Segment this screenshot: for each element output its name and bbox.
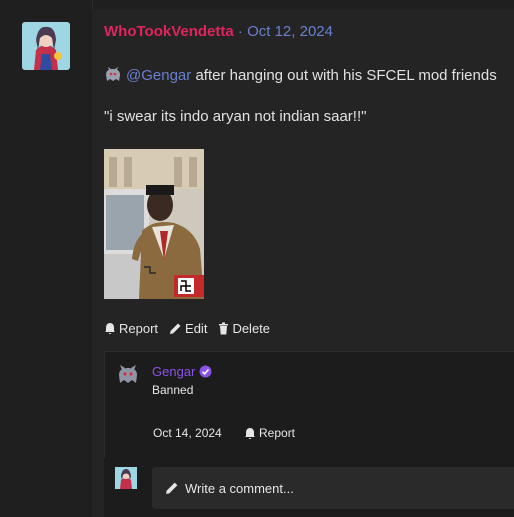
delete-label: Delete [232,321,271,336]
bell-icon [105,323,115,334]
post-body: @Gengar after hanging out with his SFCEL… [104,66,497,84]
reply-author-name[interactable]: Gengar [152,364,195,379]
post-actions: Report Edit Delete [104,321,281,336]
author-name[interactable]: WhoTookVendetta [104,23,234,40]
left-rail [0,0,93,517]
reply-card: Gengar Banned Oct 14, 2024 Report [104,351,514,459]
post-quote: "i swear its indo aryan not indian saar!… [104,108,367,125]
bell-icon [245,427,255,439]
report-button[interactable]: Report [104,321,158,336]
verified-icon [199,365,212,378]
comment-placeholder: Write a comment... [185,480,294,496]
reply-report-button[interactable]: Report [244,426,295,440]
comment-avatar[interactable] [115,467,137,489]
trash-icon [219,322,229,335]
edit-label: Edit [185,321,208,336]
delete-button[interactable]: Delete [218,321,270,336]
reply-date[interactable]: Oct 14, 2024 [153,426,222,440]
post-body-text: after hanging out with his SFCEL mod fri… [195,66,497,84]
report-label: Report [119,321,159,336]
pencil-icon [170,323,181,334]
mention-link[interactable]: @Gengar [126,67,191,84]
author-avatar[interactable] [22,22,70,70]
ghost-icon[interactable] [117,364,139,386]
comment-input[interactable]: Write a comment... [152,467,514,509]
post-header: WhoTookVendetta · Oct 12, 2024 [104,23,333,40]
post-date[interactable]: Oct 12, 2024 [247,23,333,40]
header-separator: · [237,23,248,40]
ghost-icon [106,67,120,81]
post-image[interactable] [104,149,204,299]
pencil-icon [166,482,178,494]
reply-status: Banned [152,383,194,397]
reply-report-label: Report [259,426,296,440]
reply-header: Gengar [152,364,212,379]
edit-button[interactable]: Edit [169,321,207,336]
comment-row: Write a comment... [104,458,514,517]
